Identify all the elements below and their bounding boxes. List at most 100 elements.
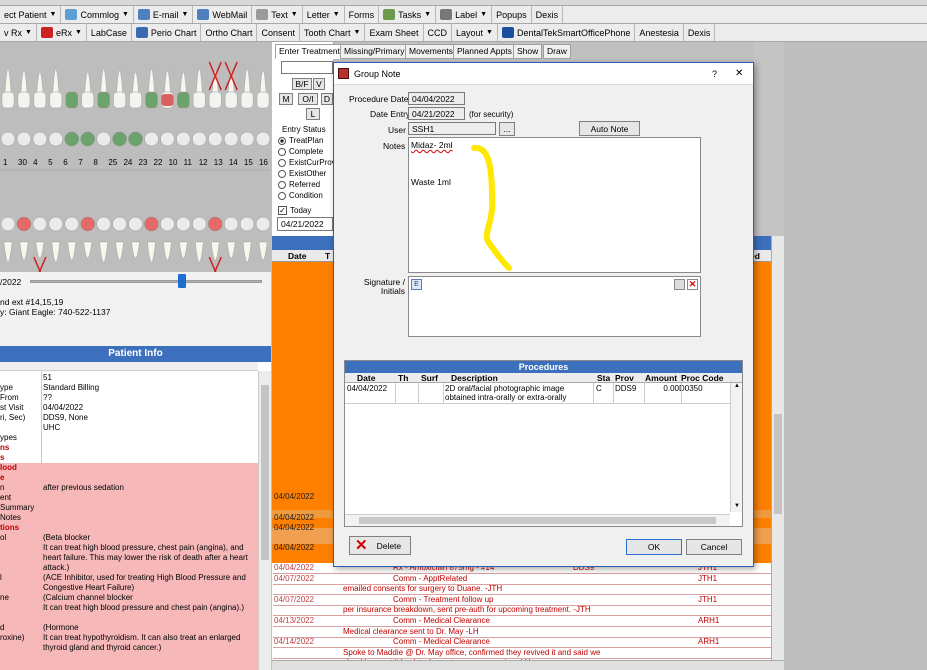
tooth-crown[interactable] (240, 91, 254, 109)
tb1-e-mail-button[interactable]: E-mail ▼ (134, 6, 194, 23)
bf-button[interactable]: B/F (292, 78, 312, 90)
proc-col-sta[interactable]: Sta (597, 373, 610, 383)
dropdown-arrow-icon[interactable]: ▼ (333, 11, 340, 18)
pen-icon[interactable] (674, 279, 685, 290)
slider-thumb[interactable] (178, 274, 186, 288)
m-button[interactable]: M (279, 93, 293, 105)
tb1-dexis-button[interactable]: Dexis (532, 6, 564, 23)
tooth-crown[interactable] (49, 91, 63, 109)
dropdown-arrow-icon[interactable]: ▼ (424, 11, 431, 18)
scroll-up-icon[interactable]: ▲ (734, 383, 740, 389)
tooth-crown[interactable] (33, 91, 47, 109)
date-entry-field[interactable]: 04/21/2022 (408, 107, 465, 120)
auto-note-button[interactable]: Auto Note (579, 121, 640, 136)
progress-row[interactable]: emailed consents for surgery to Duane. -… (273, 584, 771, 596)
status-radio-referred[interactable]: Referred (278, 180, 320, 189)
proc-search-input[interactable] (281, 61, 333, 74)
progress-row[interactable]: 04/07/2022 Comm - Treatment follow up JTH1 (273, 595, 771, 606)
tb1-tasks-button[interactable]: Tasks ▼ (379, 6, 437, 23)
tb2-ortho-chart-button[interactable]: Ortho Chart (201, 24, 258, 41)
tab-enter-treatment[interactable]: Enter Treatment (275, 44, 344, 59)
tb2-layout-button[interactable]: Layout ▼ (452, 24, 498, 41)
tooth-crown[interactable] (145, 91, 158, 109)
proc-col-surf[interactable]: Surf (421, 373, 438, 383)
dropdown-arrow-icon[interactable]: ▼ (75, 29, 82, 36)
procedures-hscrollbar[interactable] (345, 514, 730, 526)
proc-col-proc-code[interactable]: Proc Code (681, 373, 724, 383)
today-checkbox[interactable]: ✓ (278, 206, 287, 215)
clear-signature-icon[interactable]: ✕ (687, 279, 698, 290)
tb2-dexis-button[interactable]: Dexis (684, 24, 716, 41)
v-button[interactable]: V (313, 78, 325, 90)
tooth-crown[interactable] (17, 91, 31, 109)
slider-track[interactable] (30, 280, 262, 283)
tooth-crown[interactable] (81, 91, 94, 109)
progress-scrollbar[interactable] (771, 236, 784, 660)
tooth-crown[interactable] (256, 91, 270, 109)
dropdown-arrow-icon[interactable]: ▼ (291, 11, 298, 18)
progress-hscrollbar[interactable] (272, 660, 784, 670)
orange-row-date[interactable]: 04/04/2022 (274, 492, 314, 501)
tooth-crown[interactable] (97, 91, 110, 109)
tooth-crown[interactable] (1, 91, 15, 109)
hscroll-thumb[interactable] (359, 517, 716, 524)
notes-textarea[interactable]: Midaz- 2ml Waste 1ml (408, 137, 701, 273)
ok-button[interactable]: OK (626, 539, 682, 555)
tb2-labcase-button[interactable]: LabCase (87, 24, 132, 41)
tb2-anestesia-button[interactable]: Anestesia (635, 24, 684, 41)
progress-row[interactable]: per insurance breakdown, sent pre-auth f… (273, 605, 771, 617)
dropdown-arrow-icon[interactable]: ▼ (181, 11, 188, 18)
dropdown-arrow-icon[interactable]: ▼ (50, 11, 57, 18)
tab-show[interactable]: Show (513, 44, 543, 59)
tb2-tooth-chart-button[interactable]: Tooth Chart ▼ (300, 24, 366, 41)
tooth-crown[interactable] (129, 91, 142, 109)
dropdown-arrow-icon[interactable]: ▼ (122, 11, 129, 18)
help-button[interactable]: ? (712, 69, 717, 79)
tooth-crown[interactable] (193, 91, 206, 109)
proc-col-date[interactable]: Date (357, 373, 375, 383)
tooth-chart[interactable]: 1 30 4 5 6 7 8 25 24 23 22 10 11 12 13 14 15 16 (0, 42, 271, 272)
tooth-crown[interactable] (113, 91, 126, 109)
user-browse-button[interactable]: ... (499, 122, 515, 136)
tb2-ccd-button[interactable]: CCD (424, 24, 453, 41)
proc-col-description[interactable]: Description (451, 373, 498, 383)
cancel-button[interactable]: Cancel (686, 539, 742, 555)
proc-col-amount[interactable]: Amount (645, 373, 677, 383)
tb2-dentalteksmartofficephone-button[interactable]: DentalTekSmartOfficePhone (498, 24, 636, 41)
tab-draw[interactable]: Draw (543, 44, 571, 59)
tb1-label-button[interactable]: Label ▼ (436, 6, 493, 23)
progress-row[interactable]: Medical clearance sent to Dr. May -LH (273, 627, 771, 638)
user-field[interactable]: SSH1 (408, 122, 496, 135)
orange-row-date[interactable]: 04/04/2022 (274, 543, 314, 552)
tb1-text-button[interactable]: Text ▼ (252, 6, 303, 23)
procedure-date-field[interactable]: 04/04/2022 (408, 92, 465, 105)
tooth-crown[interactable] (209, 91, 222, 109)
scroll-down-icon[interactable]: ▼ (734, 503, 740, 509)
patient-info-scrollbar[interactable] (258, 371, 271, 670)
procedures-scrollbar[interactable]: ▲ ▼ (730, 383, 742, 512)
dropdown-arrow-icon[interactable]: ▼ (486, 29, 493, 36)
scroll-thumb[interactable] (261, 385, 269, 560)
progress-row[interactable]: Spoke to Maddie @ Dr. May office, confir… (273, 648, 771, 659)
tb2-consent-button[interactable]: Consent (257, 24, 301, 41)
tb1-ect-patient-button[interactable]: ect Patient ▼ (0, 6, 62, 23)
progress-row[interactable]: 04/07/2022 Comm - ApptRelated JTH1 (273, 574, 771, 585)
oi-button[interactable]: O/I (298, 93, 318, 105)
status-radio-complete[interactable]: Complete (278, 147, 323, 156)
status-radio-existother[interactable]: ExistOther (278, 169, 326, 178)
orange-row-date[interactable]: 04/04/2022 (274, 523, 314, 532)
tb1-forms-button[interactable]: Forms (345, 6, 380, 23)
today-date-field[interactable]: 04/21/2022 (277, 217, 333, 231)
tb2-erx-button[interactable]: eRx ▼ (37, 24, 87, 41)
dropdown-arrow-icon[interactable]: ▼ (25, 29, 32, 36)
tooth-crown[interactable] (65, 91, 78, 109)
status-radio-condition[interactable]: Condition (278, 191, 323, 200)
status-radio-existcurprov[interactable]: ExistCurProv (278, 158, 336, 167)
tab-planned-appts[interactable]: Planned Appts (453, 44, 516, 59)
delete-button[interactable]: ✕ Delete (349, 536, 411, 555)
proc-col-th[interactable]: Th (398, 373, 408, 383)
dropdown-arrow-icon[interactable]: ▼ (354, 29, 361, 36)
procedure-row[interactable]: 04/04/2022 2D oral/facial photographic im… (345, 383, 730, 404)
tab-movements[interactable]: Movements (405, 44, 457, 59)
tb1-letter-button[interactable]: Letter ▼ (303, 6, 345, 23)
